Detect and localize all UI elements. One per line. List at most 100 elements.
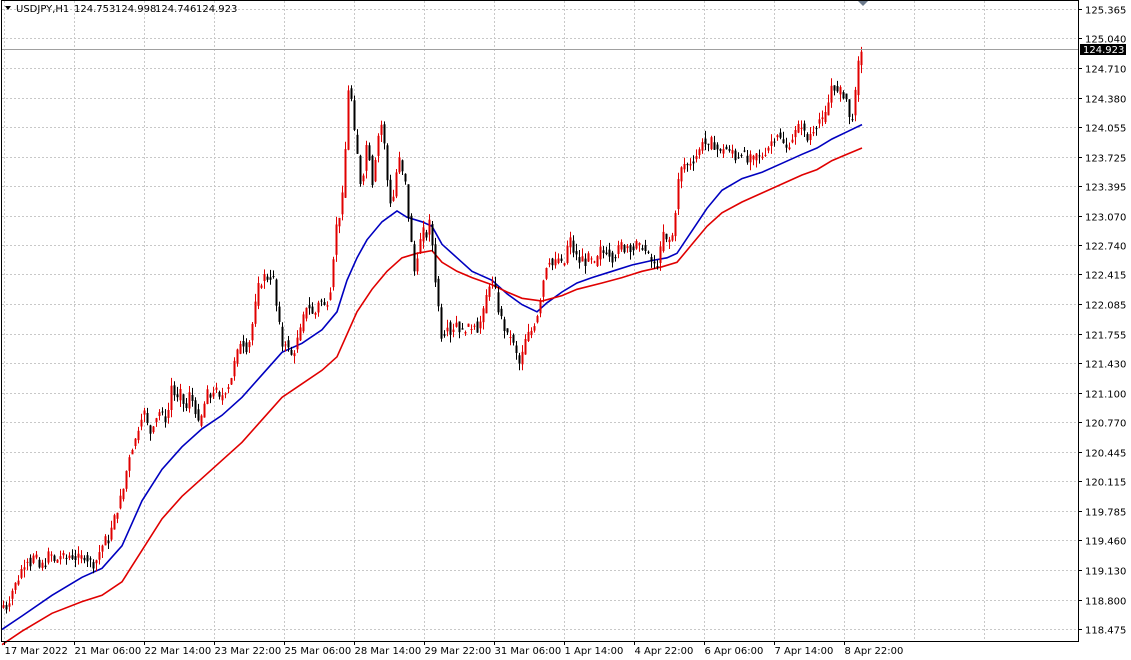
candle (776, 134, 779, 141)
candle-body (272, 276, 275, 278)
candle (164, 409, 167, 428)
candle-body (440, 307, 443, 339)
candle (587, 251, 590, 262)
candle-body (311, 306, 314, 314)
candle-body (650, 257, 653, 262)
candle-body (302, 314, 305, 332)
candle-body (785, 144, 788, 148)
candle (428, 214, 431, 242)
candle-body (137, 430, 140, 441)
candle (131, 448, 134, 455)
candle-body (818, 119, 821, 124)
candle (209, 392, 212, 404)
candle-body (56, 559, 59, 563)
candle-body (359, 155, 362, 184)
low-value: 124.746 (155, 4, 196, 15)
candle-body (434, 244, 437, 283)
candle (332, 256, 335, 291)
candle (491, 276, 494, 289)
candle-body (638, 243, 641, 246)
candle (53, 554, 56, 563)
candle-body (203, 403, 206, 418)
candle-body (17, 580, 20, 585)
candle (338, 217, 341, 234)
candle-body (35, 554, 38, 558)
candle-body (206, 389, 209, 404)
candle-body (479, 321, 482, 329)
candle-body (233, 360, 236, 377)
candle (638, 242, 641, 252)
candle-body (191, 395, 194, 401)
price-tick-label: 125.040 (1085, 35, 1126, 46)
candle (236, 348, 239, 367)
candle-body (515, 345, 518, 353)
candle (62, 550, 65, 559)
time-axis[interactable]: 17 Mar 2022 21 Mar 06:00 22 Mar 14:00 23 Ma… (4, 641, 904, 657)
candle (416, 252, 419, 275)
candle (359, 154, 362, 187)
candle (764, 147, 767, 157)
candle-body (719, 149, 722, 151)
candle-body (578, 257, 581, 263)
candle (23, 559, 26, 578)
candle (383, 121, 386, 150)
candle (32, 553, 35, 565)
price-tick-label: 125.365 (1085, 6, 1126, 17)
candle-body (713, 142, 716, 150)
candle (386, 143, 389, 187)
candle-body (470, 329, 473, 330)
candle (260, 283, 263, 289)
candle (128, 454, 131, 478)
price-chart[interactable]: 125.365 125.040 124.710 124.380 124.055 123.7… (0, 0, 1131, 660)
candle-body (536, 316, 539, 323)
candle-body (332, 259, 335, 288)
candle-body (524, 339, 527, 355)
candle (137, 426, 140, 444)
candle-body (416, 258, 419, 272)
candle-body (116, 512, 119, 519)
candle (302, 311, 305, 334)
candle (281, 322, 284, 352)
candle (218, 390, 221, 400)
candle (377, 133, 380, 163)
candle (629, 243, 632, 260)
candle-body (377, 135, 380, 156)
candle-body (404, 173, 407, 182)
candle (65, 554, 68, 565)
candle (344, 141, 347, 198)
candle (581, 248, 584, 262)
candle-body (833, 85, 836, 91)
candle-body (806, 134, 809, 141)
candle-body (83, 557, 86, 561)
candle-body (761, 156, 764, 159)
candle-body (614, 257, 617, 259)
candle (413, 240, 416, 276)
time-tick-label: 21 Mar 06:00 (75, 646, 142, 657)
price-tick-label: 122.415 (1085, 271, 1126, 282)
candle-body (275, 279, 278, 306)
candle-body (266, 276, 269, 280)
candle-body (209, 394, 212, 398)
candle (599, 240, 602, 266)
candle (752, 154, 755, 166)
candle (827, 94, 830, 116)
candle (398, 151, 401, 174)
candle-body (677, 179, 680, 210)
candle (47, 547, 50, 565)
candle (839, 85, 842, 102)
candle-body (269, 277, 272, 280)
candle-body (407, 184, 410, 219)
candle-body (488, 286, 491, 297)
candle (320, 298, 323, 307)
candle (446, 319, 449, 337)
price-axis[interactable]: 125.365 125.040 124.710 124.380 124.055 123.7… (1078, 6, 1126, 637)
candle-body (830, 85, 833, 103)
price-tick-label: 119.785 (1085, 508, 1126, 519)
shift-marker-icon[interactable] (858, 1, 868, 6)
price-tick-label: 122.740 (1085, 242, 1126, 253)
candle-body (230, 378, 233, 385)
candle-body (455, 322, 458, 327)
candle-body (776, 135, 779, 138)
candle (176, 386, 179, 402)
candle (119, 488, 122, 510)
